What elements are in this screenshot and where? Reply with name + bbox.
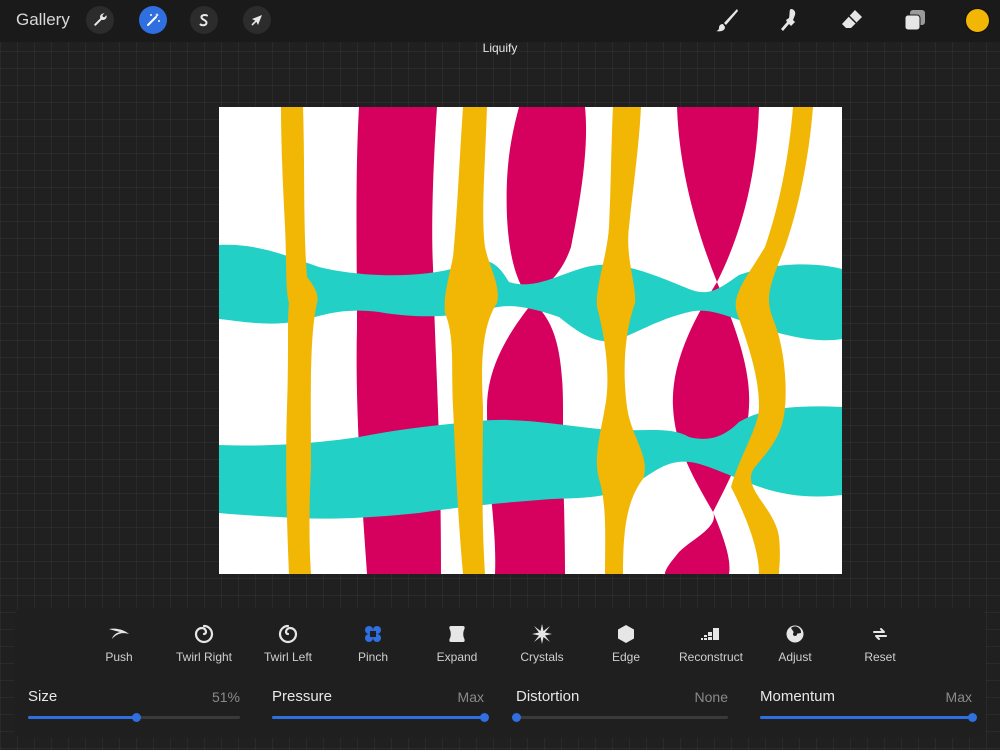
- eraser-icon: [842, 10, 862, 28]
- pinch-icon: [365, 626, 381, 642]
- momentum-value: Max: [945, 689, 972, 705]
- distortion-label: Distortion: [516, 688, 580, 705]
- mode-label: Push: [105, 650, 133, 664]
- distortion-knob[interactable]: [512, 713, 521, 722]
- pressure-value: Max: [457, 689, 484, 705]
- crystals-icon: [532, 624, 552, 644]
- momentum-track[interactable]: [760, 713, 977, 722]
- transform-button[interactable]: [243, 6, 271, 34]
- smudge-tool-button[interactable]: [776, 6, 804, 34]
- selection-s-icon: [199, 14, 208, 27]
- eraser-tool-button[interactable]: [838, 6, 866, 34]
- momentum-slider[interactable]: Momentum Max: [760, 686, 977, 726]
- mode-reconstruct[interactable]: Reconstruct: [666, 624, 756, 664]
- liquified-artwork: [219, 107, 842, 574]
- mode-label: Twirl Left: [263, 650, 312, 664]
- expand-icon: [449, 626, 465, 642]
- size-slider[interactable]: Size 51%: [28, 686, 240, 726]
- mode-adjust[interactable]: Adjust: [750, 624, 840, 664]
- magenta-stripe: [487, 107, 587, 574]
- magic-wand-icon: [147, 13, 160, 26]
- brush-tool-button[interactable]: [713, 6, 741, 34]
- pressure-track[interactable]: [272, 713, 489, 722]
- mode-pinch[interactable]: Pinch: [328, 624, 418, 664]
- pressure-knob[interactable]: [480, 713, 489, 722]
- mode-edge[interactable]: Edge: [581, 624, 671, 664]
- momentum-label: Momentum: [760, 688, 836, 705]
- edge-icon: [618, 625, 634, 643]
- mode-label: Reset: [864, 650, 896, 664]
- mode-label: Crystals: [520, 650, 564, 664]
- distortion-slider[interactable]: Distortion None: [512, 686, 728, 726]
- size-knob[interactable]: [132, 713, 142, 722]
- pressure-fill: [272, 716, 484, 719]
- mode-twirl-left[interactable]: Twirl Left: [243, 624, 333, 664]
- size-track[interactable]: [28, 713, 240, 722]
- gallery-button[interactable]: Gallery: [16, 10, 70, 30]
- mode-label: Reconstruct: [678, 650, 744, 664]
- liquify-panel: Push Twirl Right Twirl Left Pinch Expand…: [14, 608, 986, 738]
- momentum-knob[interactable]: [968, 713, 977, 722]
- distortion-value: None: [694, 689, 728, 705]
- top-toolbar: Gallery: [0, 0, 1000, 42]
- adjustments-button[interactable]: [139, 6, 167, 34]
- distortion-track[interactable]: [512, 713, 728, 722]
- size-value: 51%: [211, 689, 240, 705]
- twirl-right-icon: [194, 624, 214, 644]
- push-icon: [109, 628, 129, 639]
- layers-icon: [904, 10, 925, 31]
- mode-label: Twirl Right: [175, 650, 232, 664]
- mode-push[interactable]: Push: [74, 624, 164, 664]
- pressure-label: Pressure: [272, 688, 333, 705]
- mode-crystals[interactable]: Crystals: [497, 624, 587, 664]
- mode-expand[interactable]: Expand: [412, 624, 502, 664]
- drawing-canvas[interactable]: [219, 107, 842, 574]
- actions-button[interactable]: [86, 6, 114, 34]
- twirl-left-icon: [278, 624, 298, 644]
- mode-twirl-right[interactable]: Twirl Right: [159, 624, 249, 664]
- mode-reset[interactable]: Reset: [835, 624, 925, 664]
- wrench-icon: [94, 13, 107, 26]
- momentum-fill: [760, 716, 972, 719]
- mode-label: Edge: [611, 650, 641, 664]
- size-label: Size: [28, 688, 58, 705]
- selection-button[interactable]: [190, 6, 218, 34]
- reset-icon: [873, 628, 887, 640]
- mode-label: Expand: [436, 650, 478, 664]
- pressure-slider[interactable]: Pressure Max: [272, 686, 489, 726]
- size-fill: [28, 716, 137, 719]
- layers-tool-button[interactable]: [901, 6, 929, 34]
- mode-label: Pinch: [357, 650, 389, 664]
- brush-icon: [716, 9, 738, 32]
- arrow-cursor-icon: [251, 15, 262, 26]
- reconstruct-icon: [701, 628, 719, 640]
- adjust-icon: [786, 625, 804, 643]
- mode-title: Liquify: [482, 41, 518, 55]
- current-color-swatch[interactable]: [965, 8, 990, 33]
- smudge-icon: [781, 9, 796, 31]
- mode-label: Adjust: [778, 650, 812, 664]
